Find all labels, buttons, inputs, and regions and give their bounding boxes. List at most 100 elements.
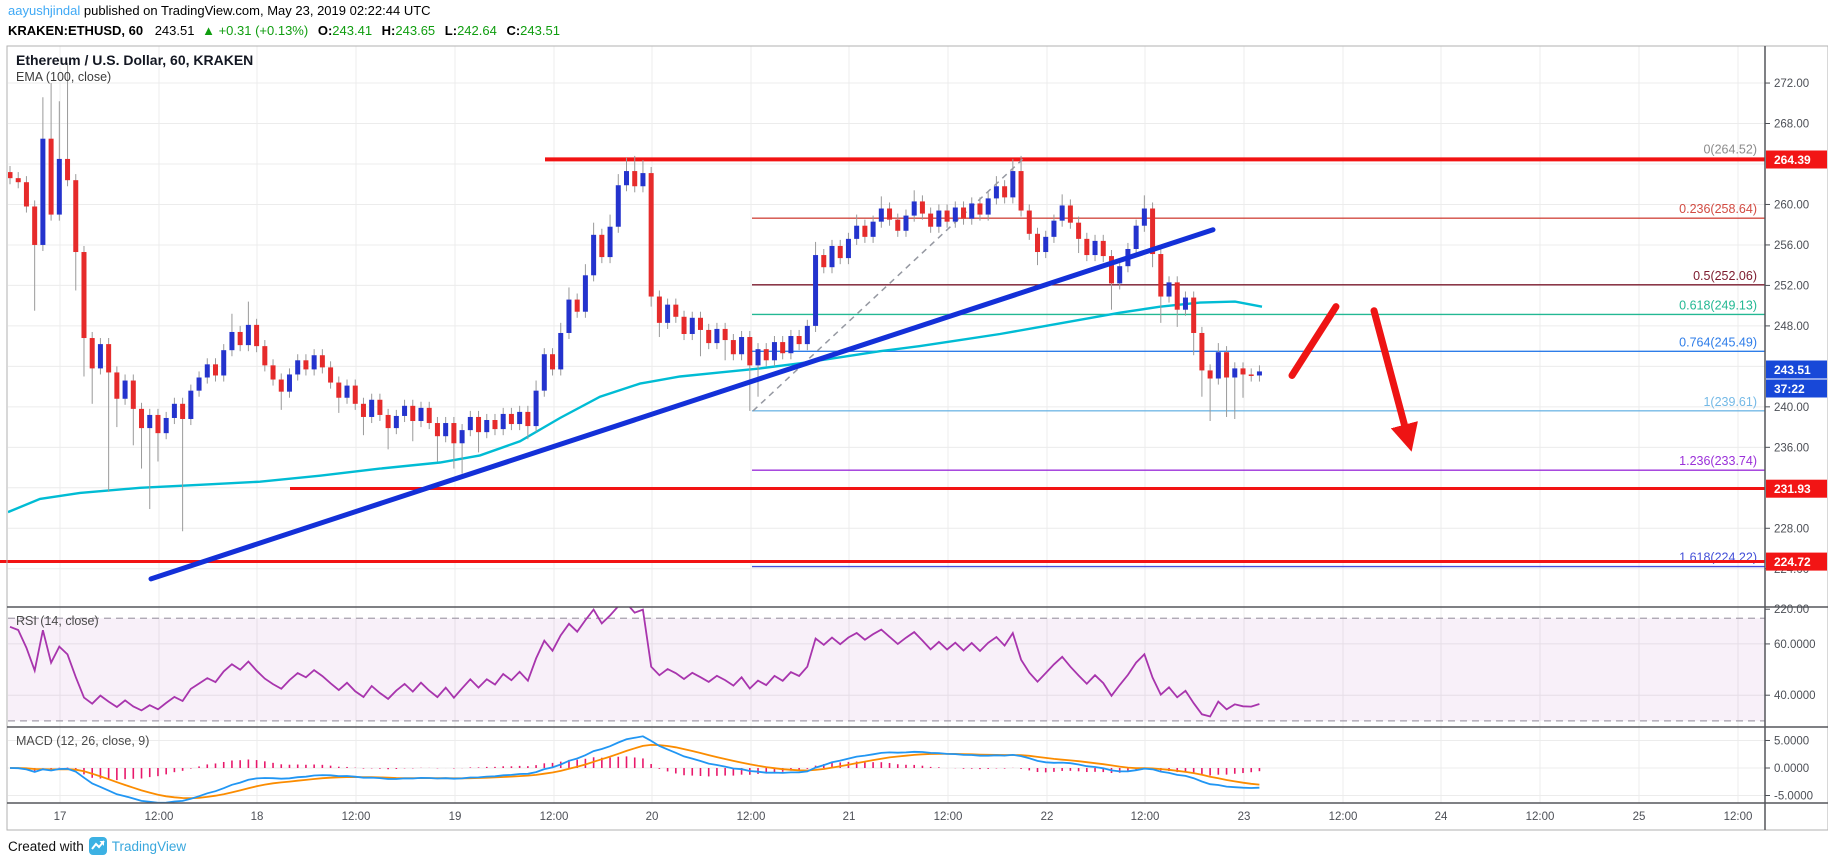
candle-body	[1249, 374, 1254, 376]
candle-body	[377, 400, 382, 415]
candle-body	[846, 239, 851, 258]
candle-body	[1241, 368, 1246, 374]
candle-body	[698, 318, 703, 330]
candle-body	[583, 275, 588, 311]
candle-body	[640, 173, 645, 186]
candle-body	[8, 172, 13, 178]
candle-body	[98, 344, 103, 368]
candle-body	[303, 360, 308, 369]
fib-label: 0.764(245.49)	[1679, 335, 1757, 349]
candle-body	[706, 330, 711, 343]
created-with-text: Created with	[8, 839, 84, 854]
candle-body	[1232, 368, 1237, 377]
fib-label: 0(264.52)	[1703, 143, 1757, 157]
price-tick-label: 260.00	[1774, 199, 1809, 211]
candle-body	[271, 365, 276, 379]
candle-body	[928, 214, 933, 227]
candle-body	[632, 171, 637, 186]
candle-body	[657, 297, 662, 323]
candle-body	[575, 300, 580, 312]
time-tick-label: 17	[54, 811, 67, 823]
tradingview-brand-text: TradingView	[112, 839, 186, 854]
candle-body	[1043, 237, 1048, 252]
time-tick-label: 12:00	[145, 811, 174, 823]
candle-body	[1060, 205, 1065, 220]
price-tick-label: 5.0000	[1774, 735, 1809, 747]
candle-body	[912, 201, 917, 215]
candle-body	[443, 423, 448, 436]
candle-body	[320, 355, 325, 367]
price-tick-label: -5.0000	[1774, 791, 1813, 803]
candle-body	[714, 329, 719, 343]
price-badge-text: 264.39	[1774, 153, 1811, 167]
candle-body	[197, 378, 202, 391]
candle-body	[106, 344, 111, 372]
candle-body	[451, 423, 456, 443]
candle-body	[830, 246, 835, 267]
candle-body	[1142, 209, 1147, 226]
candle-body	[854, 226, 859, 239]
time-tick-label: 24	[1435, 811, 1448, 823]
candle-body	[287, 374, 292, 391]
fib-label: 1(239.61)	[1703, 395, 1757, 409]
candle-body	[723, 329, 728, 340]
candle-body	[534, 391, 539, 426]
candle-body	[764, 349, 769, 360]
time-tick-label: 19	[449, 811, 462, 823]
time-tick-label: 12:00	[1329, 811, 1358, 823]
candle-body	[345, 386, 350, 398]
macd-indicator-label: MACD (12, 26, close, 9)	[16, 734, 149, 748]
macd-signal-line	[10, 745, 1259, 798]
annotation-arrow	[1374, 311, 1408, 439]
candle-body	[1076, 223, 1081, 239]
chart-canvas[interactable]: 0(264.52)0.236(258.64)0.5(252.06)0.618(2…	[0, 0, 1828, 868]
candle-body	[188, 391, 193, 419]
candle-body	[805, 326, 810, 344]
candle-body	[410, 406, 415, 421]
candle-body	[1191, 298, 1196, 333]
candle-body	[517, 412, 522, 424]
candle-body	[131, 381, 136, 409]
candle-body	[1199, 333, 1204, 370]
candle-body	[501, 414, 506, 429]
candle-body	[1002, 186, 1007, 197]
candle-body	[616, 185, 621, 226]
candle-body	[690, 318, 695, 334]
candle-body	[903, 216, 908, 231]
candle-body	[427, 408, 432, 423]
candle-body	[945, 211, 950, 222]
candle-body	[862, 226, 867, 237]
price-tick-label: 248.00	[1774, 321, 1809, 333]
candle-body	[788, 336, 793, 353]
trendline-blue	[151, 230, 1213, 579]
candle-body	[1101, 241, 1106, 256]
candle-body	[114, 372, 119, 398]
candle-body	[1183, 298, 1188, 310]
candle-body	[147, 415, 152, 428]
price-tick-label: 60.0000	[1774, 639, 1816, 651]
candle-body	[953, 208, 958, 222]
price-badge: 264.39	[1766, 151, 1827, 169]
time-tick-label: 20	[646, 811, 659, 823]
candle-body	[895, 220, 900, 231]
candle-body	[756, 349, 761, 365]
candle-body	[386, 415, 391, 428]
candle-body	[961, 208, 966, 219]
candle-body	[328, 367, 333, 382]
candle-body	[591, 235, 596, 275]
candle-body	[295, 360, 300, 374]
candle-body	[780, 342, 785, 353]
candle-body	[32, 206, 37, 244]
candle-body	[57, 159, 62, 215]
price-badge: 37:22	[1766, 380, 1827, 398]
price-tick-label: 256.00	[1774, 240, 1809, 252]
time-tick-label: 12:00	[1724, 811, 1753, 823]
candle-body	[1257, 371, 1262, 375]
candle-body	[821, 255, 826, 267]
ema-indicator-label: EMA (100, close)	[16, 70, 111, 84]
price-badge: 243.51	[1766, 361, 1827, 379]
price-tick-label: 240.00	[1774, 402, 1809, 414]
candle-body	[1010, 171, 1015, 197]
price-tick-label: 268.00	[1774, 119, 1809, 131]
candle-body	[871, 222, 876, 237]
